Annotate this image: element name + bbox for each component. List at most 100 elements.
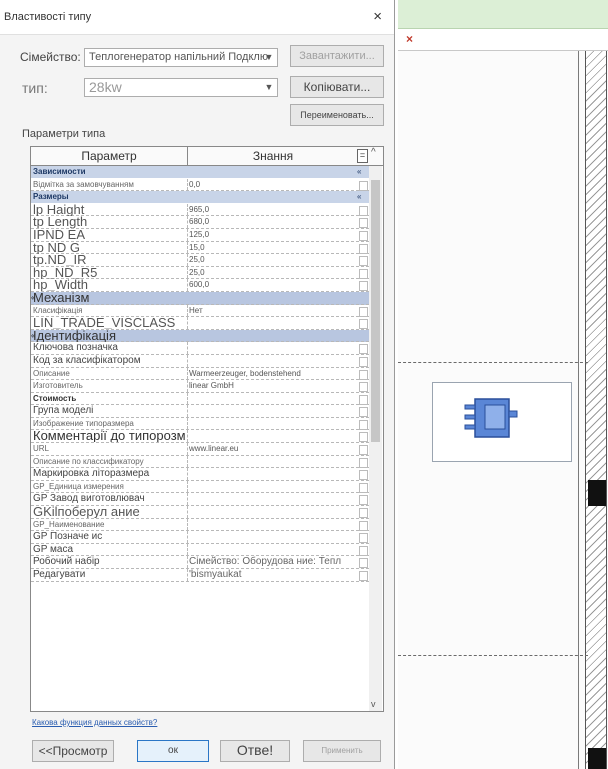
- parameter-value[interactable]: linear GmbH: [189, 380, 355, 392]
- collapse-icon[interactable]: «: [357, 166, 361, 178]
- formula-button[interactable]: [359, 495, 368, 506]
- parameter-group-row[interactable]: Зависимости «: [31, 166, 369, 179]
- column-header-parameter[interactable]: Параметр: [31, 149, 187, 163]
- parameter-group-row[interactable]: Механізм «: [31, 291, 369, 305]
- equipment-preview[interactable]: [432, 382, 572, 462]
- formula-button[interactable]: [359, 457, 368, 468]
- duplicate-button[interactable]: Копіювати...: [290, 76, 384, 98]
- formula-button[interactable]: [359, 482, 368, 493]
- parameter-value[interactable]: Warmeerzeuger, bodenstehend: [189, 368, 355, 380]
- parameter-row[interactable]: Робочий набір Сімейство: Оборудова ние: Т…: [31, 556, 369, 569]
- parameter-row[interactable]: Класифікація Нет: [31, 304, 369, 318]
- formula-button[interactable]: [359, 533, 368, 544]
- parameter-row[interactable]: GP маса: [31, 543, 369, 557]
- scrollbar-thumb[interactable]: [371, 180, 380, 442]
- parameter-value[interactable]: 25,0: [189, 267, 355, 279]
- parameter-value[interactable]: Сімейство: Оборудова ние: Тепл: [189, 556, 355, 568]
- load-button[interactable]: Завантажити...: [290, 45, 384, 67]
- parameter-row[interactable]: Ключова позначка: [31, 342, 369, 355]
- family-select[interactable]: Теплогенератор напільний Подклю ▼: [84, 48, 278, 67]
- parameter-row[interactable]: Изображение типоразмера: [31, 417, 369, 431]
- parameter-row[interactable]: Описание по классификатору: [31, 455, 369, 469]
- parameter-value[interactable]: Нет: [189, 305, 355, 317]
- apply-button[interactable]: Применить: [303, 740, 381, 762]
- parameter-value[interactable]: www.linear.eu: [189, 443, 355, 455]
- formula-button[interactable]: [359, 382, 368, 393]
- view-tab[interactable]: ×: [398, 30, 608, 51]
- parameter-group-row[interactable]: Ідентифікація «: [31, 329, 369, 343]
- close-view-icon[interactable]: ×: [406, 32, 413, 46]
- formula-button[interactable]: [359, 432, 368, 443]
- formula-button[interactable]: [359, 256, 368, 267]
- formula-button[interactable]: [359, 344, 368, 355]
- formula-button[interactable]: [359, 356, 368, 367]
- parameter-row[interactable]: Відмітка за замовчуванням 0,0: [31, 178, 369, 192]
- formula-button[interactable]: [359, 545, 368, 556]
- parameter-row[interactable]: Описание Warmeerzeuger, bodenstehend: [31, 367, 369, 381]
- formula-button[interactable]: [359, 394, 368, 405]
- parameter-row[interactable]: lp Haight 965,0: [31, 203, 369, 217]
- parameter-value[interactable]: 125,0: [189, 229, 355, 241]
- rename-button[interactable]: Переименовать...: [290, 104, 384, 126]
- parameter-row[interactable]: GKilпоберул ание: [31, 506, 369, 519]
- scroll-up-icon[interactable]: ^: [371, 147, 376, 158]
- parameter-row[interactable]: tp.ND_IR 25,0: [31, 254, 369, 267]
- column-header-value[interactable]: Знання: [188, 149, 358, 163]
- cancel-button[interactable]: Отве!: [220, 740, 290, 762]
- parameter-row[interactable]: URL www.linear.eu: [31, 443, 369, 456]
- sort-icon[interactable]: =: [357, 149, 368, 163]
- parameter-value[interactable]: 600,0: [189, 279, 355, 291]
- scroll-down-icon[interactable]: v: [371, 699, 376, 709]
- formula-button[interactable]: [359, 571, 368, 581]
- preview-button[interactable]: <<Просмотр: [32, 740, 114, 762]
- parameter-row[interactable]: hp_Width 600,0: [31, 279, 369, 292]
- collapse-icon[interactable]: «: [357, 191, 361, 203]
- formula-button[interactable]: [359, 205, 368, 216]
- type-select[interactable]: 28kw ▼: [84, 78, 278, 97]
- parameter-row[interactable]: IPND EA 125,0: [31, 228, 369, 242]
- parameter-row[interactable]: GP Завод виготовлювач: [31, 493, 369, 507]
- parameter-row[interactable]: tp Length 680,0: [31, 216, 369, 229]
- formula-button[interactable]: [359, 243, 368, 254]
- parameter-row[interactable]: GP_Единица измерения: [31, 480, 369, 494]
- close-icon[interactable]: ×: [373, 8, 382, 25]
- parameter-row[interactable]: GP Позначе ис: [31, 531, 369, 544]
- formula-button[interactable]: [359, 281, 368, 292]
- formula-button[interactable]: [359, 306, 368, 317]
- formula-button[interactable]: [359, 508, 368, 519]
- formula-button[interactable]: [359, 369, 368, 380]
- parameter-row[interactable]: Изготовитель linear GmbH: [31, 380, 369, 393]
- parameter-row[interactable]: Стоимость: [31, 392, 369, 406]
- formula-button[interactable]: [359, 180, 368, 191]
- formula-button[interactable]: [359, 520, 368, 531]
- formula-button[interactable]: [359, 218, 368, 229]
- parameter-row[interactable]: Комментарії до типорозміру: [31, 430, 369, 444]
- grid-scrollbar[interactable]: v: [369, 166, 382, 711]
- parameter-value[interactable]: 680,0: [189, 216, 355, 228]
- parameter-row[interactable]: GP_Наименование: [31, 518, 369, 532]
- parameter-group-row[interactable]: Размеры «: [31, 191, 369, 204]
- formula-button[interactable]: [359, 445, 368, 456]
- parameter-row[interactable]: tp ND G 15,0: [31, 241, 369, 255]
- parameter-row[interactable]: hp_ND_R5 25,0: [31, 266, 369, 280]
- formula-button[interactable]: [359, 319, 368, 330]
- parameter-row[interactable]: Редагувати 'bismyaukat: [31, 569, 369, 582]
- formula-button[interactable]: [359, 419, 368, 430]
- formula-button[interactable]: [359, 230, 368, 241]
- parameter-value[interactable]: 'bismyaukat: [189, 569, 355, 581]
- formula-button[interactable]: [359, 470, 368, 481]
- help-link[interactable]: Какова функция данных свойств?: [32, 718, 157, 727]
- ok-button[interactable]: ок: [137, 740, 209, 762]
- parameter-row[interactable]: Маркировка літоразмера: [31, 468, 369, 481]
- parameter-value[interactable]: 0,0: [189, 179, 355, 191]
- parameter-row[interactable]: LIN_TRADE_VISCLASS: [31, 317, 369, 330]
- parameter-row[interactable]: Код за класифікатором: [31, 354, 369, 368]
- parameter-value[interactable]: 15,0: [189, 242, 355, 254]
- grid-line: [398, 655, 588, 656]
- formula-button[interactable]: [359, 407, 368, 418]
- formula-button[interactable]: [359, 268, 368, 279]
- parameter-row[interactable]: Група моделі: [31, 405, 369, 418]
- parameter-value[interactable]: 965,0: [189, 204, 355, 216]
- formula-button[interactable]: [359, 558, 368, 569]
- parameter-value[interactable]: 25,0: [189, 254, 355, 266]
